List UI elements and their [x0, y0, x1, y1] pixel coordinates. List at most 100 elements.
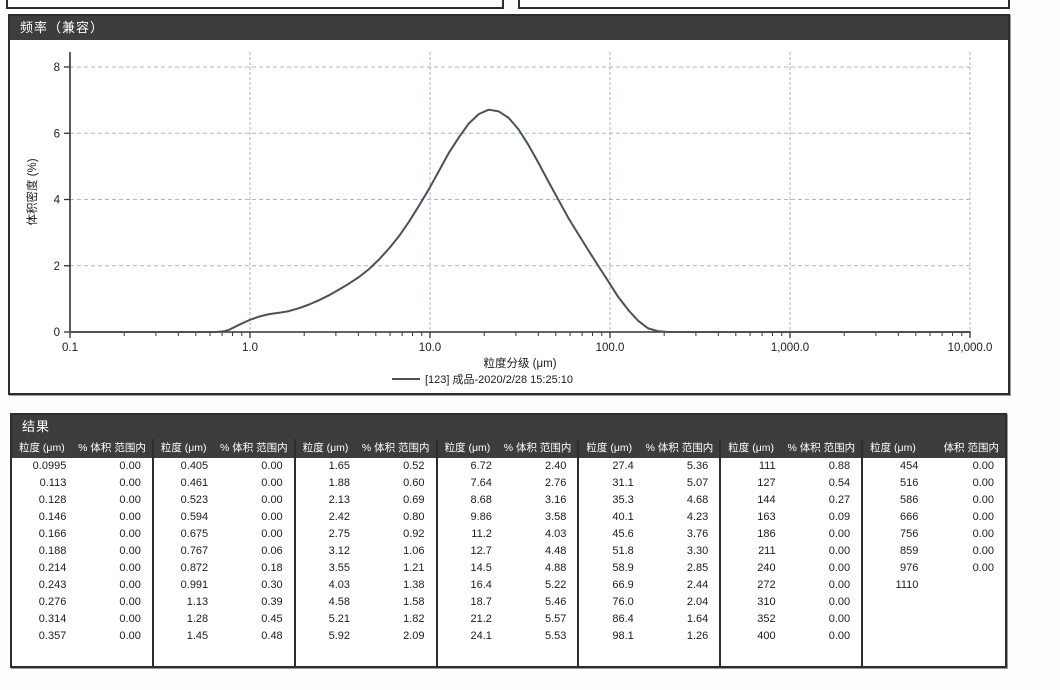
pct-value: 0.27 — [786, 492, 862, 509]
table-row: 31.15.07 — [579, 475, 719, 492]
pct-value: 0.45 — [218, 611, 294, 628]
table-row: 2.130.69 — [296, 492, 436, 509]
table-row: 0.2430.00 — [12, 577, 152, 594]
table-row: 51.83.30 — [579, 543, 719, 560]
results-column-header: 粒度 (μm)% 体积 范围内 — [579, 439, 719, 458]
size-value: 12.7 — [438, 543, 502, 560]
table-row: 9.863.58 — [438, 509, 578, 526]
pct-value: 4.48 — [502, 543, 578, 560]
table-row: 1.450.48 — [154, 628, 294, 645]
table-row: 0.09950.00 — [12, 458, 152, 475]
table-row: 1.280.45 — [154, 611, 294, 628]
size-value: 8.68 — [438, 492, 502, 509]
table-row: 0.1130.00 — [12, 475, 152, 492]
size-value: 0.214 — [12, 560, 76, 577]
size-header: 粒度 (μm) — [579, 439, 641, 458]
table-row: 5160.00 — [863, 475, 1005, 492]
size-value: 163 — [721, 509, 785, 526]
pct-header: % 体积 范围内 — [499, 439, 577, 458]
table-row: 18.75.46 — [438, 594, 578, 611]
pct-value: 0.00 — [76, 560, 152, 577]
size-header: 粒度 (μm) — [154, 439, 216, 458]
size-value: 40.1 — [579, 509, 643, 526]
table-row: 9760.00 — [863, 560, 1005, 577]
table-row: 45.63.76 — [579, 526, 719, 543]
results-column-group: 粒度 (μm)% 体积 范围内27.45.3631.15.0735.34.684… — [579, 439, 721, 666]
size-value: 272 — [721, 577, 785, 594]
size-value: 0.675 — [154, 526, 218, 543]
size-value: 127 — [721, 475, 785, 492]
size-value: 1.88 — [296, 475, 360, 492]
table-row: 58.92.85 — [579, 560, 719, 577]
size-value: 0.461 — [154, 475, 218, 492]
table-row: 4.031.38 — [296, 577, 436, 594]
size-value: 0.594 — [154, 509, 218, 526]
pct-value: 0.00 — [76, 594, 152, 611]
pct-value: 4.03 — [502, 526, 578, 543]
size-value: 756 — [863, 526, 928, 543]
pct-value: 0.00 — [76, 543, 152, 560]
table-row: 40.14.23 — [579, 509, 719, 526]
pct-value: 0.00 — [928, 543, 1005, 560]
pct-value: 0.92 — [360, 526, 436, 543]
table-row: 6660.00 — [863, 509, 1005, 526]
table-row: 24.15.53 — [438, 628, 578, 645]
size-value: 0.523 — [154, 492, 218, 509]
pct-value: 0.00 — [76, 475, 152, 492]
size-value: 14.5 — [438, 560, 502, 577]
size-value: 2.42 — [296, 509, 360, 526]
table-row: 8590.00 — [863, 543, 1005, 560]
pct-value: 0.39 — [218, 594, 294, 611]
size-value: 0.188 — [12, 543, 76, 560]
pct-value: 0.00 — [928, 560, 1005, 577]
pct-value: 0.00 — [218, 509, 294, 526]
pct-value: 1.21 — [360, 560, 436, 577]
pct-value: 0.00 — [928, 526, 1005, 543]
pct-value: 0.09 — [786, 509, 862, 526]
frequency-chart: 0.11.010.0100.01,000.010,000.002468体积密度 … — [10, 40, 1006, 393]
results-table: 粒度 (μm)% 体积 范围内0.09950.000.1130.000.1280… — [12, 439, 1005, 666]
results-column-group: 粒度 (μm)% 体积 范围内0.09950.000.1130.000.1280… — [12, 439, 154, 666]
table-row: 11.24.03 — [438, 526, 578, 543]
table-row: 1440.27 — [721, 492, 861, 509]
pct-value: 0.00 — [928, 458, 1005, 475]
size-value: 1.28 — [154, 611, 218, 628]
table-row: 14.54.88 — [438, 560, 578, 577]
pct-header: % 体积 范围内 — [783, 439, 861, 458]
size-value: 5.21 — [296, 611, 360, 628]
size-value: 0.113 — [12, 475, 76, 492]
pct-value: 4.88 — [502, 560, 578, 577]
size-header: 粒度 (μm) — [12, 439, 74, 458]
size-value: 2.75 — [296, 526, 360, 543]
table-row: 2.750.92 — [296, 526, 436, 543]
report-page: 频率（兼容） 0.11.010.0100.01,000.010,000.0024… — [0, 0, 1060, 690]
pct-value: 3.16 — [502, 492, 578, 509]
size-value: 3.12 — [296, 543, 360, 560]
size-value: 51.8 — [579, 543, 643, 560]
size-value: 9.86 — [438, 509, 502, 526]
pct-value: 4.23 — [644, 509, 720, 526]
pct-value: 0.00 — [928, 509, 1005, 526]
pct-value: 1.06 — [360, 543, 436, 560]
table-row: 5.211.82 — [296, 611, 436, 628]
size-value: 0.243 — [12, 577, 76, 594]
size-value: 24.1 — [438, 628, 502, 645]
pct-value: 0.00 — [786, 543, 862, 560]
frequency-panel: 频率（兼容） 0.11.010.0100.01,000.010,000.0024… — [8, 14, 1010, 395]
pct-value: 0.60 — [360, 475, 436, 492]
pct-value: 0.00 — [786, 577, 862, 594]
size-value: 0.146 — [12, 509, 76, 526]
results-column-header: 粒度 (μm)% 体积 范围内 — [721, 439, 861, 458]
size-value: 0.166 — [12, 526, 76, 543]
pct-value: 5.53 — [502, 628, 578, 645]
size-value: 6.72 — [438, 458, 502, 475]
table-row: 98.11.26 — [579, 628, 719, 645]
y-tick-label: 8 — [54, 62, 60, 74]
pct-value: 0.00 — [786, 611, 862, 628]
size-value: 240 — [721, 560, 785, 577]
pct-value: 0.00 — [218, 475, 294, 492]
pct-value: 0.00 — [218, 458, 294, 475]
table-row: 3.121.06 — [296, 543, 436, 560]
pct-value: 0.00 — [76, 492, 152, 509]
size-value: 0.128 — [12, 492, 76, 509]
